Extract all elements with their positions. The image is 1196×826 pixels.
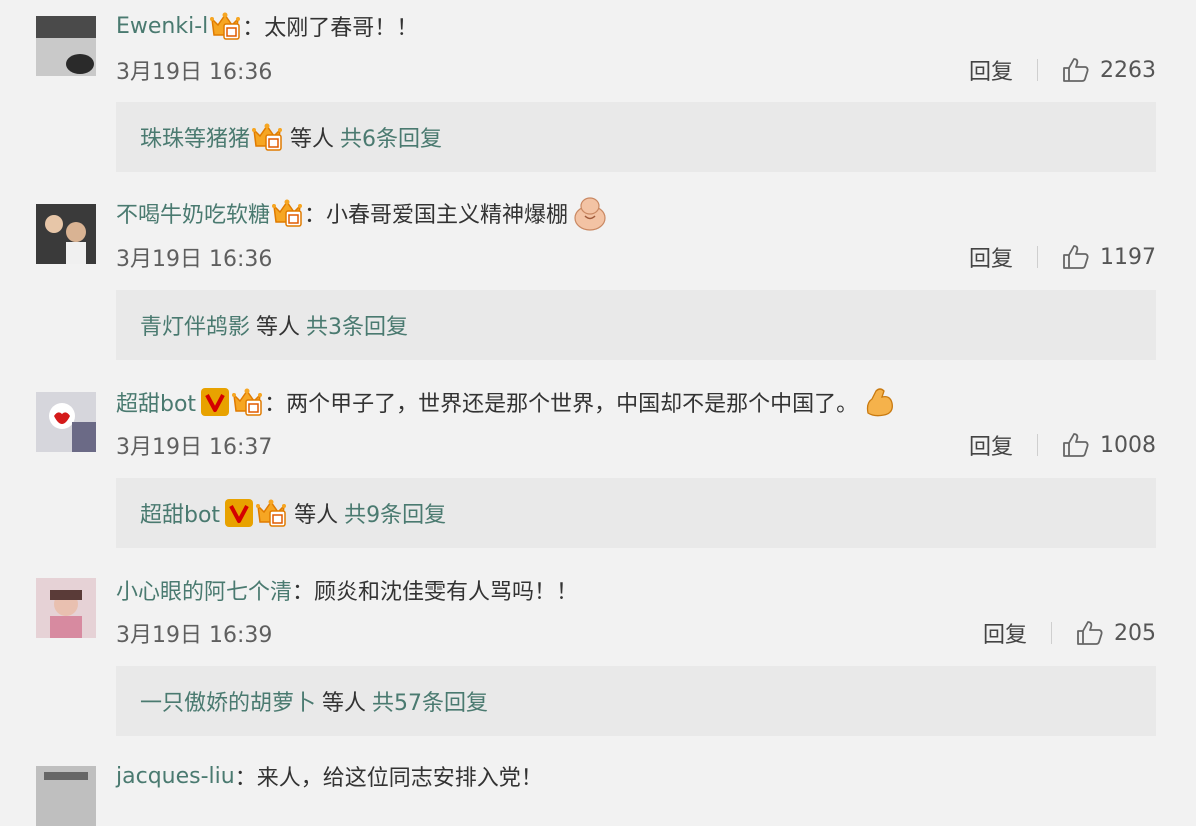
- comment-text: 太刚了春哥！！: [264, 16, 419, 41]
- colon: ：: [242, 16, 265, 41]
- reply-button[interactable]: 回复: [969, 241, 1013, 273]
- crown-member-icon: [251, 122, 283, 152]
- comment-text: 小春哥爱国主义精神爆棚: [326, 203, 569, 228]
- thumbs-up-icon: [1062, 56, 1090, 84]
- proud-emoji-icon: [574, 197, 606, 231]
- avatar[interactable]: [36, 766, 96, 826]
- divider: [1037, 59, 1038, 81]
- reply-summary[interactable]: 一只傲娇的胡萝卜 等人 共57条回复: [116, 666, 1156, 736]
- username[interactable]: Ewenki-l: [116, 14, 208, 39]
- crown-member-icon: [231, 387, 263, 417]
- reply-count[interactable]: 共6条回复: [340, 121, 442, 153]
- thumbs-up-icon: [1076, 619, 1104, 647]
- divider: [1037, 434, 1038, 456]
- comment-text: 顾炎和沈佳雯有人骂吗！！: [314, 580, 579, 605]
- comment-text: 两个甲子了，世界还是那个世界，中国却不是那个中国了。: [286, 392, 859, 417]
- like-count: 1008: [1100, 432, 1156, 458]
- reply-summary[interactable]: 超甜bot 等人 共9条回复: [116, 478, 1156, 548]
- reply-etc: 等人: [256, 315, 301, 340]
- like-button[interactable]: 1197: [1062, 243, 1156, 271]
- crown-member-icon: [209, 11, 241, 41]
- colon: ：: [292, 580, 315, 605]
- colon: ：: [304, 203, 327, 228]
- reply-count[interactable]: 共9条回复: [344, 497, 446, 529]
- reply-button[interactable]: 回复: [983, 617, 1027, 649]
- divider: [1051, 622, 1052, 644]
- reply-user[interactable]: 一只傲娇的胡萝卜: [140, 685, 316, 717]
- verified-v-icon: [224, 498, 254, 528]
- like-count: 1197: [1100, 244, 1156, 270]
- username[interactable]: 不喝牛奶吃软糖: [116, 197, 270, 229]
- comment-time: 3月19日 16:36: [116, 60, 273, 85]
- avatar[interactable]: [36, 392, 96, 452]
- username[interactable]: 超甜bot: [116, 386, 196, 418]
- like-button[interactable]: 2263: [1062, 56, 1156, 84]
- comment-text: 来人，给这位同志安排入党！: [256, 766, 543, 791]
- reply-etc: 等人: [322, 691, 367, 716]
- reply-user[interactable]: 青灯伴鸪影: [140, 309, 250, 341]
- colon: ：: [264, 392, 287, 417]
- username[interactable]: jacques-liu: [116, 764, 235, 789]
- reply-etc: 等人: [290, 127, 335, 152]
- reply-user[interactable]: 珠珠等猪猪: [140, 121, 250, 153]
- avatar[interactable]: [36, 204, 96, 264]
- crown-member-icon: [271, 198, 303, 228]
- like-count: 205: [1114, 620, 1156, 646]
- reply-count[interactable]: 共57条回复: [372, 685, 488, 717]
- divider: [1037, 246, 1038, 268]
- reply-button[interactable]: 回复: [969, 429, 1013, 461]
- colon: ：: [234, 766, 257, 791]
- comment-time: 3月19日 16:39: [116, 623, 273, 648]
- reply-count[interactable]: 共3条回复: [306, 309, 408, 341]
- strong-arm-emoji-icon: [866, 388, 894, 417]
- reply-user[interactable]: 超甜bot: [140, 497, 220, 529]
- comment-time: 3月19日 16:37: [116, 435, 273, 460]
- crown-member-icon: [255, 498, 287, 528]
- like-count: 2263: [1100, 57, 1156, 83]
- comment-time: 3月19日 16:36: [116, 247, 273, 272]
- like-button[interactable]: 1008: [1062, 431, 1156, 459]
- verified-v-icon: [200, 387, 230, 417]
- like-button[interactable]: 205: [1076, 619, 1156, 647]
- username[interactable]: 小心眼的阿七个清: [116, 574, 292, 606]
- thumbs-up-icon: [1062, 431, 1090, 459]
- reply-summary[interactable]: 珠珠等猪猪 等人 共6条回复: [116, 102, 1156, 172]
- avatar[interactable]: [36, 578, 96, 638]
- avatar[interactable]: [36, 16, 96, 76]
- reply-summary[interactable]: 青灯伴鸪影 等人 共3条回复: [116, 290, 1156, 360]
- thumbs-up-icon: [1062, 243, 1090, 271]
- reply-etc: 等人: [294, 503, 339, 528]
- reply-button[interactable]: 回复: [969, 54, 1013, 86]
